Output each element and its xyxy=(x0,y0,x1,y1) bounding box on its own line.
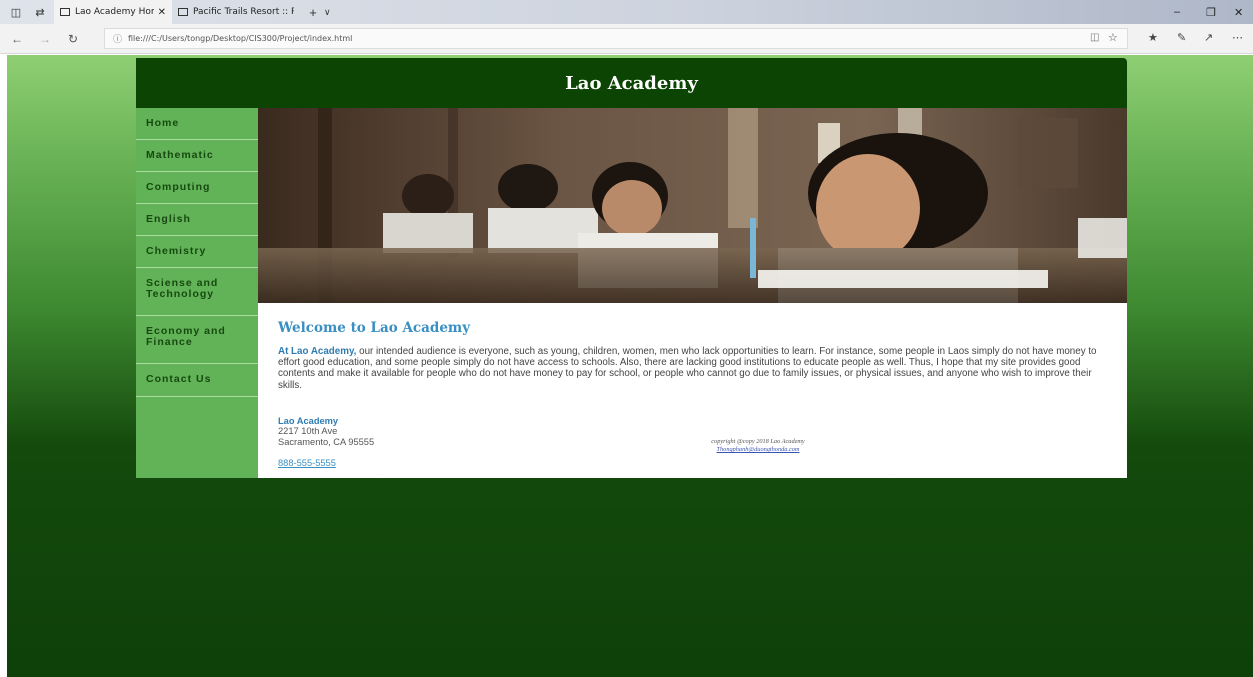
browser-tab-bar: ◫ ⇄ Lao Academy Home Paд ✕ Pacific Trail… xyxy=(0,0,1253,24)
site-header: Lao Academy xyxy=(136,58,1127,108)
tab-lao-academy[interactable]: Lao Academy Home Paд ✕ xyxy=(54,0,172,24)
site-container: Lao Academy Home Mathematic Computing En… xyxy=(136,58,1127,478)
nav-item-contact-us[interactable]: Contact Us xyxy=(136,364,258,397)
tab-list-icon[interactable]: ◫ xyxy=(8,4,24,20)
address-name: Lao Academy xyxy=(278,416,339,426)
address-bar-row: ← → ↻ ⓘ file:///C:/Users/tongp/Desktop/C… xyxy=(0,24,1253,54)
intro-lead: At Lao Academy, xyxy=(278,346,357,357)
address-block: Lao Academy 2217 10th Ave Sacramento, CA… xyxy=(278,416,374,447)
classroom-photo xyxy=(258,108,1127,303)
address-field[interactable]: ⓘ file:///C:/Users/tongp/Desktop/CIS300/… xyxy=(104,28,1128,49)
footer-copyright: copyright @copy 2018 Lao Academy Thongph… xyxy=(668,438,848,454)
window-close-button[interactable]: ✕ xyxy=(1234,0,1243,24)
page-icon xyxy=(60,8,70,16)
favorite-star-icon[interactable]: ☆ xyxy=(1108,31,1118,44)
back-icon[interactable]: ← xyxy=(6,32,28,46)
tab-pacific-trails[interactable]: Pacific Trails Resort :: Reserv xyxy=(172,0,300,24)
close-icon[interactable]: ✕ xyxy=(158,7,166,18)
more-icon[interactable]: ⋯ xyxy=(1232,31,1243,44)
tab-title: Pacific Trails Resort :: Reserv xyxy=(193,7,294,17)
main-content: Welcome to Lao Academy At Lao Academy, o… xyxy=(258,303,1127,478)
minimize-button[interactable]: – xyxy=(1174,0,1180,24)
tab-menu-icon[interactable]: ∨ xyxy=(324,7,331,18)
page-icon xyxy=(178,8,188,16)
favorites-icon[interactable]: ★ xyxy=(1148,31,1158,44)
nav-item-science-technology[interactable]: Sciense and Technology xyxy=(136,268,258,316)
nav-item-home[interactable]: Home xyxy=(136,108,258,140)
nav-item-computing[interactable]: Computing xyxy=(136,172,258,204)
set-aside-tabs-icon[interactable]: ⇄ xyxy=(32,4,48,20)
page-background: Lao Academy Home Mathematic Computing En… xyxy=(7,55,1253,677)
url-text: file:///C:/Users/tongp/Desktop/CIS300/Pr… xyxy=(128,34,353,43)
new-tab-button[interactable]: + xyxy=(304,5,322,20)
nav-item-english[interactable]: English xyxy=(136,204,258,236)
email-link[interactable]: Thongphanh@duongthonda.com xyxy=(717,446,800,453)
nav-item-chemistry[interactable]: Chemistry xyxy=(136,236,258,268)
site-title: Lao Academy xyxy=(565,72,698,94)
forward-icon[interactable]: → xyxy=(34,32,56,46)
reading-view-icon[interactable]: ◫ xyxy=(1090,32,1099,43)
address-city: Sacramento, CA 95555 xyxy=(278,436,375,447)
phone-link[interactable]: 888-555-5555 xyxy=(278,458,336,468)
info-icon[interactable]: ⓘ xyxy=(113,32,122,45)
nav-item-economy-finance[interactable]: Economy and Finance xyxy=(136,316,258,364)
pen-icon[interactable]: ✎ xyxy=(1177,31,1186,44)
welcome-heading: Welcome to Lao Academy xyxy=(278,320,471,336)
address-street: 2217 10th Ave xyxy=(278,426,338,437)
refresh-icon[interactable]: ↻ xyxy=(62,32,84,46)
sidebar-nav: Home Mathematic Computing English Chemis… xyxy=(136,108,258,478)
intro-paragraph: At Lao Academy, our intended audience is… xyxy=(278,346,1107,391)
tab-title: Lao Academy Home Paд xyxy=(75,7,154,17)
share-icon[interactable]: ↗ xyxy=(1204,31,1213,44)
restore-button[interactable]: ❐ xyxy=(1206,0,1216,24)
nav-item-mathematic[interactable]: Mathematic xyxy=(136,140,258,172)
copyright-text: copyright @copy 2018 Lao Academy xyxy=(711,438,805,445)
hero-image xyxy=(258,108,1127,303)
intro-text: our intended audience is everyone, such … xyxy=(278,346,1097,391)
